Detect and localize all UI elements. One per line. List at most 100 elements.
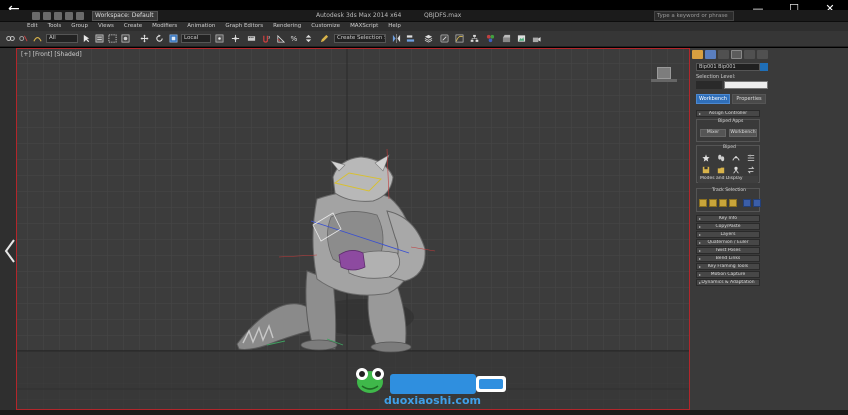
selection-level-dropdown[interactable] [724,81,768,89]
layer-manager-icon[interactable] [424,34,433,43]
footstep-mode-icon[interactable] [717,154,725,162]
workbench-button[interactable]: Workbench [729,129,757,137]
max-title-row: Workspace: Default Autodesk 3ds Max 2014… [0,10,848,22]
object-color-swatch[interactable] [760,63,768,71]
percent-snap-icon[interactable]: % [290,34,299,43]
scale-icon[interactable] [169,34,178,43]
rollout-assign-controller[interactable]: ▸ Assign Controller [696,110,760,117]
snaps-toggle-icon[interactable]: 3 [262,34,271,43]
window-crossing-icon[interactable] [121,34,130,43]
ref-coord-dropdown[interactable]: Local [181,34,211,43]
rollout-copy-paste[interactable]: ▸ Copy/Paste [696,223,760,230]
save-file-icon[interactable] [54,12,62,20]
modify-tab-icon[interactable] [705,50,716,59]
keyboard-shortcut-icon[interactable] [247,34,256,43]
menu-tools[interactable]: Tools [43,22,67,31]
rollout-layers[interactable]: ▸ Layers [696,231,760,238]
mixer-button[interactable]: Mixer [700,129,726,137]
named-selection-dropdown[interactable]: Create Selection Se [334,34,386,43]
viewport-front[interactable]: [+] [Front] [Shaded] [16,48,690,410]
undo-icon[interactable] [65,12,73,20]
pivot-center-icon[interactable] [215,34,224,43]
mirror-icon[interactable] [392,34,401,43]
create-tab-icon[interactable] [692,50,703,59]
select-object-icon[interactable] [82,34,91,43]
command-panel: Bip001 Bip001 Selection Level: Workbench… [690,48,848,410]
menu-group[interactable]: Group [66,22,93,31]
rollout-bend-links[interactable]: ▸ Bend Links [696,255,760,262]
select-by-name-icon[interactable] [95,34,104,43]
motion-tab-icon[interactable] [731,50,742,59]
move-icon[interactable] [140,34,149,43]
rect-selection-icon[interactable] [108,34,117,43]
viewcube-compass[interactable] [651,79,677,82]
menu-maxscript[interactable]: MAXScript [345,22,383,31]
opposite-button[interactable] [753,199,761,207]
link-icon[interactable] [6,34,15,43]
redo-icon[interactable] [76,12,84,20]
load-motion-capture-icon[interactable] [732,166,740,174]
modes-display-label: Modes and Display [700,176,743,181]
save-file-biped-icon[interactable] [702,166,710,174]
display-tab-icon[interactable] [744,50,755,59]
rollout-dynamics-adaptation[interactable]: ▸ Dynamics & Adaptation [696,279,760,286]
rollout-key-framing-tools[interactable]: ▸ Key Framing Tools [696,263,760,270]
search-input[interactable]: Type a keyword or phrase [654,11,734,21]
symmetrical-button[interactable] [743,199,751,207]
load-file-biped-icon[interactable] [717,166,725,174]
edit-named-selection-icon[interactable] [320,34,329,43]
motion-flow-icon[interactable] [732,154,740,162]
menu-rendering[interactable]: Rendering [268,22,306,31]
object-name-field[interactable]: Bip001 Bip001 [696,63,760,71]
menu-graph-editors[interactable]: Graph Editors [220,22,268,31]
convert-icon[interactable] [747,166,755,174]
spinner-snap-icon[interactable] [304,34,313,43]
rollout-twist-poses[interactable]: ▸ Twist Poses [696,247,760,254]
rotate-icon[interactable] [155,34,164,43]
new-file-icon[interactable] [32,12,40,20]
menu-animation[interactable]: Animation [182,22,220,31]
previous-image-icon[interactable] [4,238,16,264]
menu-views[interactable]: Views [93,22,119,31]
bind-space-warp-icon[interactable] [33,34,42,43]
lock-com-button[interactable] [729,199,737,207]
menu-modifiers[interactable]: Modifiers [147,22,182,31]
watermark-text: duoxiaoshi.com [384,394,481,407]
menu-create[interactable]: Create [119,22,147,31]
render-setup-icon[interactable] [502,34,511,43]
selection-filter-dropdown[interactable]: All [46,34,78,43]
properties-mode-button[interactable]: Properties [732,94,766,104]
material-editor-icon[interactable] [486,34,495,43]
app-title: Autodesk 3ds Max 2014 x64 [316,12,402,19]
body-vertical-button[interactable] [709,199,717,207]
viewport-label[interactable]: [+] [Front] [Shaded] [21,51,82,58]
angle-snap-icon[interactable] [276,34,285,43]
hierarchy-tab-icon[interactable] [718,50,729,59]
align-icon[interactable] [406,34,415,43]
modes-display-header[interactable]: Modes and Display [698,176,758,183]
unlink-icon[interactable] [19,34,28,43]
menu-help[interactable]: Help [383,22,406,31]
render-production-icon[interactable] [532,34,541,43]
schematic-view-icon[interactable] [470,34,479,43]
mixer-mode-icon[interactable] [747,154,755,162]
select-manipulate-icon[interactable] [231,34,240,43]
menu-edit[interactable]: Edit [22,22,43,31]
menu-customize[interactable]: Customize [306,22,345,31]
rollout-label: Key Framing Tools [707,264,749,269]
utilities-tab-icon[interactable] [757,50,768,59]
rollout-quaternion-euler[interactable]: ▸ Quaternion / Euler [696,239,760,246]
workspace-dropdown[interactable]: Workspace: Default [92,11,158,21]
workbench-mode-button[interactable]: Workbench [696,94,730,104]
open-file-icon[interactable] [43,12,51,20]
graphite-tools-icon[interactable] [440,34,449,43]
viewcube[interactable] [657,67,671,79]
rollout-motion-capture[interactable]: ▸ Motion Capture [696,271,760,278]
curve-editor-icon[interactable] [455,34,464,43]
rollout-key-info[interactable]: ▸ Key Info [696,215,760,222]
rendered-frame-icon[interactable] [517,34,526,43]
figure-mode-icon[interactable] [702,154,710,162]
selection-level-sub[interactable] [696,81,722,89]
body-rotation-button[interactable] [719,199,727,207]
body-horizontal-button[interactable] [699,199,707,207]
